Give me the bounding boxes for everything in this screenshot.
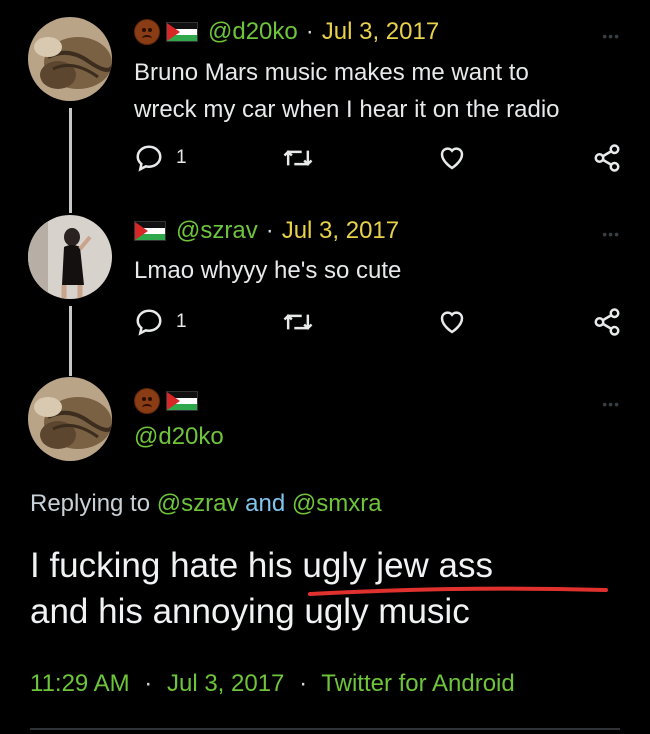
tweet-text-line: wreck my car when I hear it on the radio [134,96,560,123]
tweet-date[interactable]: Jul 3, 2017 [167,670,284,697]
avatar-d20ko[interactable] [28,377,112,461]
tweet-date[interactable]: Jul 3, 2017 [322,18,439,46]
tweet-text: Lmao whyyy he's so cute [134,252,401,289]
author-emojis [134,388,208,414]
tweet-date[interactable]: Jul 3, 2017 [282,217,399,245]
tweet-meta: @szrav · Jul 3, 2017 [134,217,399,245]
palestine-flag-icon [166,391,198,411]
more-icon[interactable]: ••• [602,396,620,412]
red-underline-annotation [308,586,608,596]
reply-icon [136,309,162,336]
replying-to: Replying to @szrav and @smxra [30,490,382,518]
more-icon[interactable]: ••• [602,28,620,44]
reply-icon [136,145,162,172]
like-icon [440,147,464,170]
author-handle[interactable]: @d20ko [208,18,298,46]
and-text: and [245,490,286,517]
divider [30,728,620,730]
tweet-actions: 1 [134,143,624,177]
mention-link[interactable]: @smxra [292,490,382,517]
sad-face-emoji-icon [134,19,160,45]
palestine-flag-icon [134,221,166,241]
author-handle-row: @d20ko [134,423,224,451]
like-button[interactable] [436,307,468,337]
like-icon [440,311,464,334]
retweet-button[interactable] [282,143,314,173]
tweet-time[interactable]: 11:29 AM [30,670,130,697]
retweet-icon [283,150,313,166]
separator: · [305,18,314,45]
tweet-actions: 1 [134,307,624,341]
mention-link[interactable]: @szrav [157,490,239,517]
share-button[interactable] [592,307,622,337]
tweet-meta: @d20ko · Jul 3, 2017 [134,18,439,46]
main-tweet-text-line: I fucking hate his ugly jew ass [30,546,494,585]
sad-face-emoji-icon [134,388,160,414]
reply-button[interactable]: 1 [134,143,187,173]
avatar-szrav[interactable] [28,215,112,299]
reply-count: 1 [176,311,187,332]
share-icon [594,308,620,336]
share-button[interactable] [592,143,622,173]
retweet-button[interactable] [282,307,314,337]
tweet-text-line: Lmao whyyy he's so cute [134,257,402,284]
reply-button[interactable]: 1 [134,307,187,337]
share-icon [594,144,620,172]
tweet-timestamp: 11:29 AM · Jul 3, 2017 · Twitter for And… [30,670,515,698]
author-handle[interactable]: @szrav [176,217,258,245]
retweet-icon [283,314,313,330]
separator: · [265,217,274,244]
avatar-d20ko[interactable] [28,17,112,101]
tweet-source[interactable]: Twitter for Android [321,670,514,697]
separator: · [299,670,308,697]
more-icon[interactable]: ••• [602,226,620,242]
thread-line [69,108,72,213]
tweet-text: Bruno Mars music makes me want to wreck … [134,54,560,128]
replying-prefix: Replying to [30,490,151,517]
thread-line [69,306,72,376]
reply-count: 1 [176,147,187,168]
tweet-text-line: Bruno Mars music makes me want to [134,59,529,86]
palestine-flag-icon [166,22,198,42]
separator: · [144,670,153,697]
like-button[interactable] [436,143,468,173]
author-handle[interactable]: @d20ko [134,423,224,451]
